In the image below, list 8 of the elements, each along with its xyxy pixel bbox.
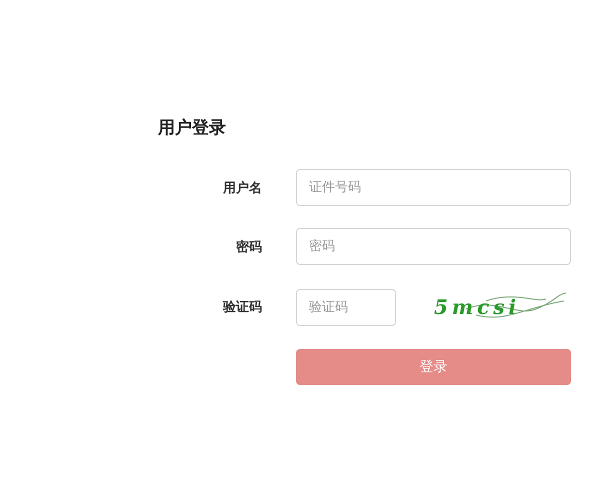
form-title: 用户登录 xyxy=(158,117,227,139)
input-field[interactable]: 证件号码 xyxy=(296,169,571,206)
field-label: 验证码 xyxy=(222,299,262,316)
field-label: 用户名 xyxy=(222,180,262,196)
field-label: 密码 xyxy=(235,238,262,256)
input-field[interactable]: 验证码 xyxy=(296,288,396,326)
login-button[interactable]: 登录 xyxy=(296,349,571,385)
input-field[interactable]: 密码 xyxy=(296,228,571,265)
